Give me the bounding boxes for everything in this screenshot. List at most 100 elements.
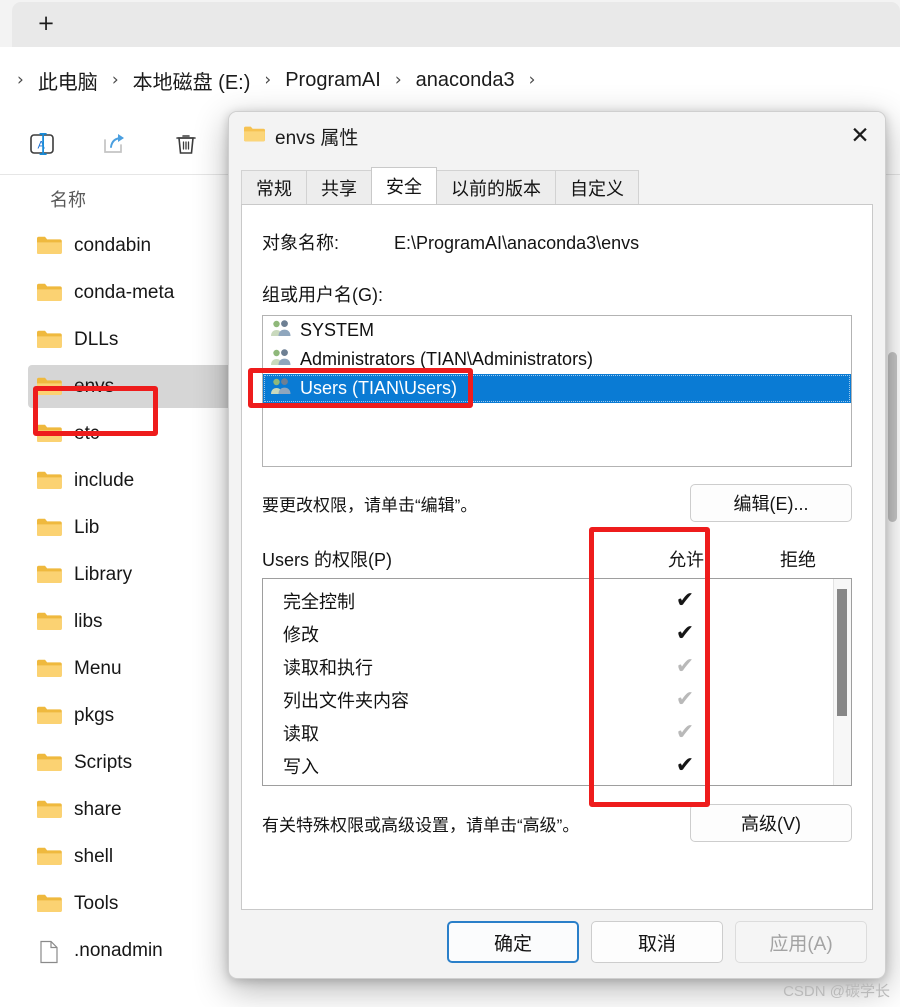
chevron-right-icon-0[interactable]: › xyxy=(103,70,128,90)
file-name-label: Scripts xyxy=(74,751,133,773)
permission-allow-checkbox[interactable]: ✔ xyxy=(627,721,743,744)
explorer-scrollbar[interactable] xyxy=(884,222,900,1007)
file-name-label: Tools xyxy=(74,892,119,914)
permission-row[interactable]: 读取和执行 ✔ xyxy=(263,650,851,683)
permission-name: 列出文件夹内容 xyxy=(283,690,409,711)
ok-button[interactable]: 确定 xyxy=(447,921,579,963)
permission-allow-checkbox[interactable]: ✔ xyxy=(627,655,743,678)
permission-name: 读取 xyxy=(283,723,319,744)
users-group-icon xyxy=(270,377,292,400)
file-name-label: condabin xyxy=(74,234,152,256)
file-name-label: Lib xyxy=(74,516,100,538)
dialog-tab[interactable]: 自定义 xyxy=(555,170,639,204)
permission-row[interactable]: 完全控制 ✔ xyxy=(263,584,851,617)
breadcrumb-item-1[interactable]: 本地磁盘 (E:) xyxy=(128,63,256,98)
permissions-scrollbar[interactable] xyxy=(833,579,851,785)
breadcrumb-item-2[interactable]: ProgramAI xyxy=(280,66,386,95)
file-name-label: etc xyxy=(74,422,100,444)
rename-icon[interactable]: A xyxy=(20,125,64,163)
dialog-tab-list: 常规 共享 安全 以前的版本 自定义 xyxy=(241,167,885,204)
permissions-header: Users 的权限(P) 允许 拒绝 xyxy=(262,544,852,572)
edit-hint-text: 要更改权限，请单击“编辑”。 xyxy=(262,495,478,515)
folder-icon xyxy=(36,799,62,820)
cancel-button[interactable]: 取消 xyxy=(591,921,723,963)
permission-allow-checkbox[interactable]: ✔ xyxy=(627,754,743,777)
allow-column-header: 允许 xyxy=(668,550,704,570)
object-name-label: 对象名称: xyxy=(262,233,340,253)
object-name-row: 对象名称: E:\ProgramAI\anaconda3\envs xyxy=(262,229,852,255)
chevron-right-icon-2[interactable]: › xyxy=(386,70,411,90)
file-name-label: libs xyxy=(74,610,103,632)
advanced-button[interactable]: 高级(V) xyxy=(690,804,852,842)
dialog-tab[interactable]: 常规 xyxy=(241,170,307,204)
file-name-label: Menu xyxy=(74,657,122,679)
folder-icon xyxy=(243,125,265,148)
permission-row[interactable]: 修改 ✔ xyxy=(263,617,851,650)
folder-icon xyxy=(36,705,62,726)
new-tab-button[interactable]: + xyxy=(30,8,62,38)
chevron-right-icon-1[interactable]: › xyxy=(255,70,280,90)
dialog-title: envs 属性 xyxy=(275,127,359,149)
delete-icon[interactable] xyxy=(164,125,208,163)
group-or-user-listbox[interactable]: SYSTEM Administrators (TIAN\Administrator… xyxy=(262,315,852,467)
folder-icon xyxy=(36,611,62,632)
group-list-item[interactable]: Users (TIAN\Users) xyxy=(263,374,851,403)
tab-strip: + xyxy=(0,0,900,47)
users-group-icon xyxy=(270,319,292,342)
folder-icon xyxy=(36,846,62,867)
dialog-title-bar[interactable]: envs 属性 ✕ xyxy=(229,112,885,160)
edit-button[interactable]: 编辑(E)... xyxy=(690,484,852,522)
tab-strip-background xyxy=(12,2,900,47)
folder-icon xyxy=(36,376,62,397)
object-name-value: E:\ProgramAI\anaconda3\envs xyxy=(394,233,640,253)
permission-row[interactable]: 列出文件夹内容 ✔ xyxy=(263,683,851,716)
permission-allow-checkbox[interactable]: ✔ xyxy=(627,688,743,711)
file-name-label: shell xyxy=(74,845,114,867)
breadcrumb-item-3[interactable]: anaconda3 xyxy=(411,66,520,95)
permissions-scrollbar-thumb[interactable] xyxy=(837,589,847,716)
folder-icon xyxy=(36,235,62,256)
advanced-hint-row: 有关特殊权限或高级设置，请单击“高级”。 高级(V) xyxy=(262,804,852,842)
group-or-user-label: 组或用户名(G): xyxy=(262,285,383,305)
breadcrumb: › 此电脑 › 本地磁盘 (E:) › ProgramAI › anaconda… xyxy=(0,47,900,113)
column-header-name[interactable]: 名称 xyxy=(50,186,86,212)
folder-icon xyxy=(36,893,62,914)
folder-icon xyxy=(36,423,62,444)
permission-row[interactable]: 写入 ✔ xyxy=(263,749,851,782)
explorer-scrollbar-thumb[interactable] xyxy=(888,352,897,522)
group-list-item[interactable]: SYSTEM xyxy=(263,316,851,345)
permission-allow-checkbox[interactable]: ✔ xyxy=(627,589,743,612)
edit-hint-row: 要更改权限，请单击“编辑”。 编辑(E)... xyxy=(262,484,852,522)
advanced-hint-text: 有关特殊权限或高级设置，请单击“高级”。 xyxy=(262,815,580,835)
permission-name: 修改 xyxy=(283,624,319,645)
dialog-tab[interactable]: 共享 xyxy=(306,170,372,204)
svg-text:A: A xyxy=(38,140,46,152)
breadcrumb-leading-chevron-icon: › xyxy=(17,70,24,90)
share-icon[interactable] xyxy=(92,125,136,163)
file-icon xyxy=(36,940,62,964)
permissions-listbox[interactable]: 完全控制 ✔ 修改 ✔ 读取和执行 ✔ 列出文件夹内容 ✔ 读取 ✔ 写入 ✔ xyxy=(262,578,852,786)
watermark: CSDN @碳学长 xyxy=(783,983,890,1000)
folder-icon xyxy=(36,517,62,538)
screenshot-root: + › 此电脑 › 本地磁盘 (E:) › ProgramAI › anacon… xyxy=(0,0,900,1007)
group-list-item-label: SYSTEM xyxy=(300,320,375,340)
close-icon[interactable]: ✕ xyxy=(835,112,885,160)
deny-column-header: 拒绝 xyxy=(780,550,816,570)
permission-allow-checkbox[interactable]: ✔ xyxy=(627,622,743,645)
dialog-tab[interactable]: 安全 xyxy=(371,167,437,204)
permission-row[interactable]: 读取 ✔ xyxy=(263,716,851,749)
file-name-label: include xyxy=(74,469,135,491)
group-list-item[interactable]: Administrators (TIAN\Administrators) xyxy=(263,345,851,374)
folder-icon xyxy=(36,282,62,303)
folder-icon xyxy=(36,470,62,491)
dialog-tab[interactable]: 以前的版本 xyxy=(436,170,556,204)
breadcrumb-item-0[interactable]: 此电脑 xyxy=(33,63,103,98)
properties-dialog: envs 属性 ✕ 常规 共享 安全 以前的版本 自定义 对象名称: E:\Progra… xyxy=(228,111,886,979)
chevron-right-icon-3[interactable]: › xyxy=(520,70,545,90)
file-name-label: conda-meta xyxy=(74,281,175,303)
file-name-label: pkgs xyxy=(74,704,115,726)
permissions-title: Users 的权限(P) xyxy=(262,550,392,570)
apply-button: 应用(A) xyxy=(735,921,867,963)
permission-name: 完全控制 xyxy=(283,591,355,612)
folder-icon xyxy=(36,564,62,585)
